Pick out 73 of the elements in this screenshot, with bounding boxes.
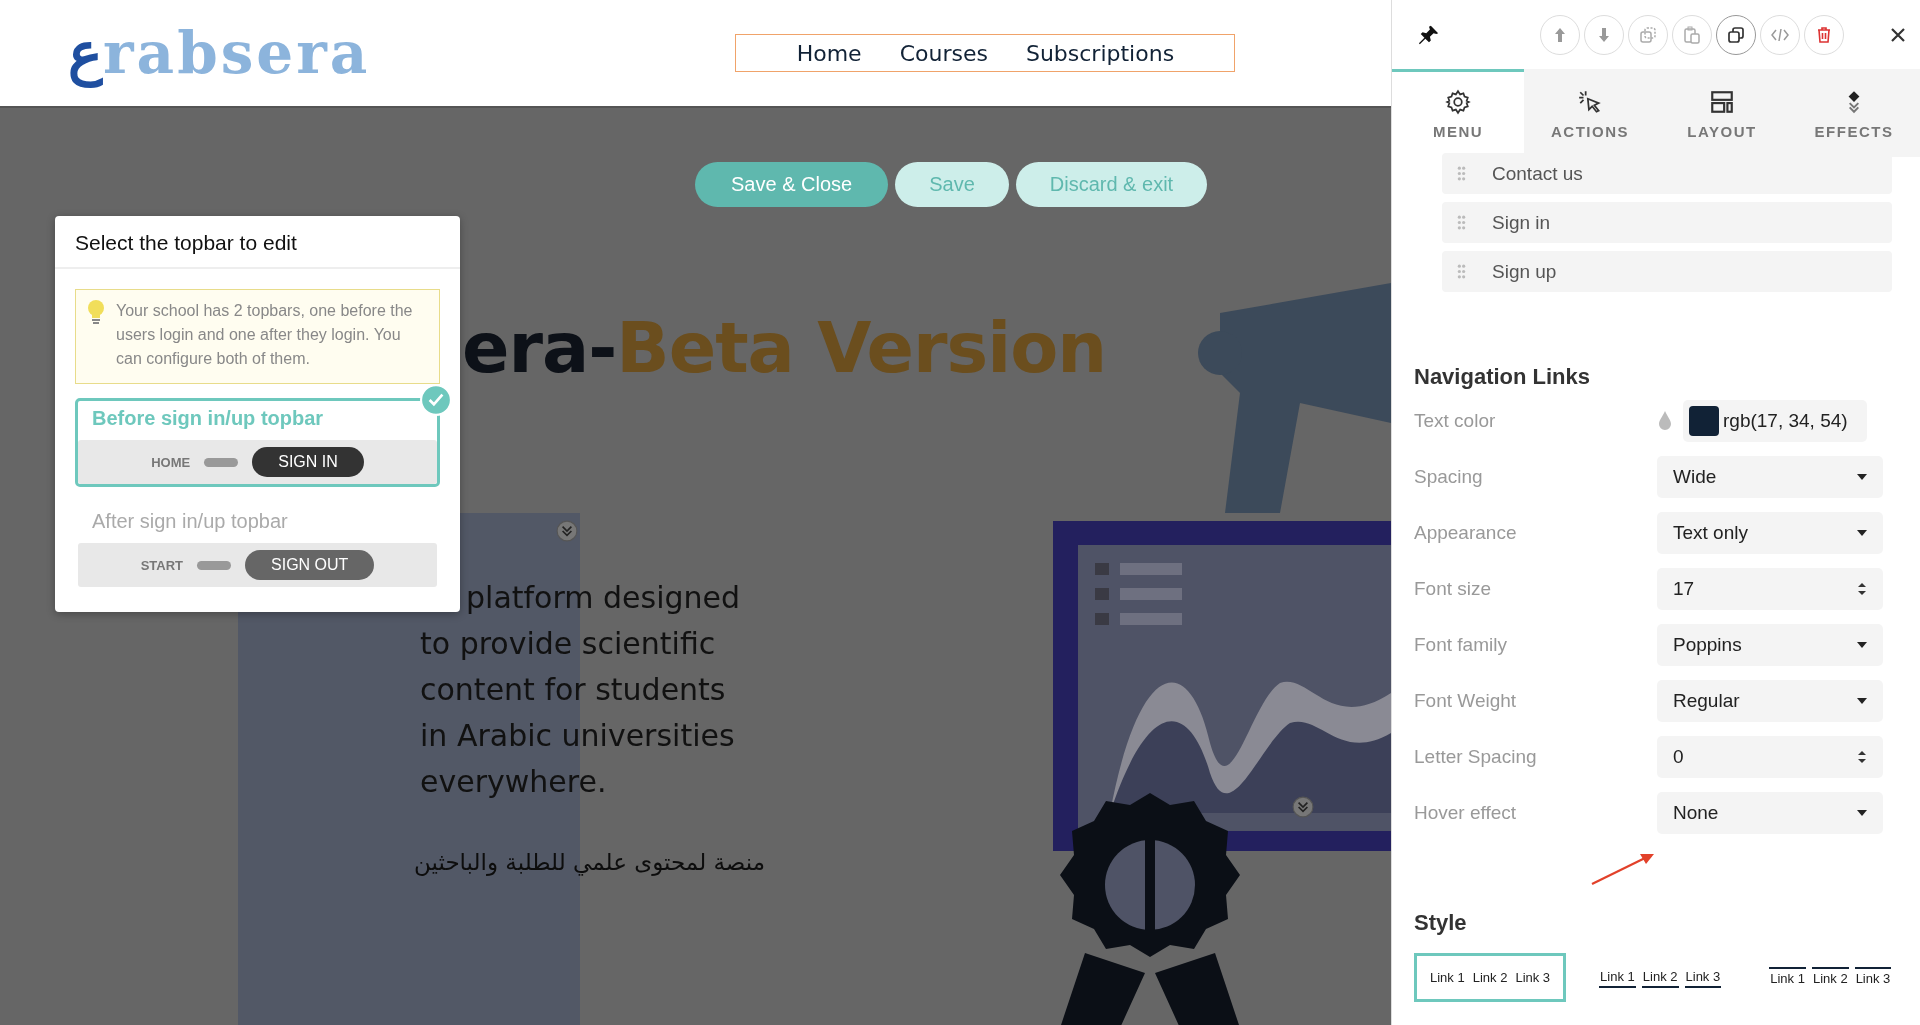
drag-handle-icon[interactable] xyxy=(1457,215,1466,230)
caret-icon xyxy=(1857,810,1867,816)
preview-link: HOME xyxy=(151,454,191,470)
chevron-down-icon[interactable] xyxy=(556,520,578,542)
clipboard-icon xyxy=(1682,24,1702,45)
field-label: Font size xyxy=(1414,578,1493,600)
field-label: Spacing xyxy=(1414,466,1484,488)
dropdown[interactable]: None xyxy=(1657,792,1883,834)
copy-icon xyxy=(1726,24,1746,45)
preview-button: SIGN OUT xyxy=(245,550,375,580)
drag-handle-icon[interactable] xyxy=(1457,166,1466,181)
delete-button[interactable] xyxy=(1804,14,1844,55)
copy-button[interactable] xyxy=(1716,14,1756,55)
chevron-down-icon[interactable] xyxy=(1292,796,1314,818)
stepper-icon[interactable] xyxy=(1857,749,1867,765)
dropdown[interactable]: Wide xyxy=(1657,456,1883,498)
caret-icon xyxy=(1857,698,1867,704)
move-down-button[interactable] xyxy=(1584,14,1624,55)
field-label: Hover effect xyxy=(1414,802,1518,824)
nav-link[interactable]: Home xyxy=(796,40,862,66)
duplicate-button[interactable] xyxy=(1628,14,1668,55)
topbar-option[interactable]: Before sign in/up topbar HOME SIGN IN xyxy=(75,398,440,487)
field-label: Font Weight xyxy=(1414,690,1518,712)
menu-item[interactable]: Sign in xyxy=(1442,202,1892,243)
close-icon[interactable] xyxy=(1890,26,1906,43)
pin-icon[interactable] xyxy=(1418,23,1440,46)
arabic-text: منصة لمحتوى علمي للطلبة والباحثين xyxy=(415,849,765,875)
duplicate-icon xyxy=(1638,24,1658,45)
color-field[interactable]: rgb(17, 34, 54) xyxy=(1683,400,1867,442)
option-title: Before sign in/up topbar xyxy=(91,407,325,431)
panel-tab[interactable]: MENU xyxy=(1392,69,1524,157)
field-label: Font family xyxy=(1414,634,1508,656)
check-icon xyxy=(420,384,452,416)
move-up-button[interactable] xyxy=(1540,14,1580,55)
menu-item-label: Sign in xyxy=(1492,211,1551,234)
annotation-arrow xyxy=(1590,852,1656,886)
style-option[interactable]: Link 1 Link 2 Link 3 xyxy=(1584,952,1737,1003)
menu-item[interactable]: Sign up xyxy=(1442,251,1892,292)
tip-text: Your school has 2 topbars, one before the users login and one after they login. You can configure both of them. xyxy=(116,301,414,369)
dropdown[interactable]: Text only xyxy=(1657,512,1883,554)
stepper-icon[interactable] xyxy=(1857,581,1867,597)
preview-pill-icon xyxy=(204,457,239,467)
dropdown[interactable]: Regular xyxy=(1657,680,1883,722)
cursor-click-icon xyxy=(1577,89,1603,115)
field-label: Text color xyxy=(1414,410,1497,432)
preview-pill-icon xyxy=(197,560,231,570)
caret-icon xyxy=(1857,474,1867,480)
number-field[interactable]: 0 xyxy=(1657,736,1883,778)
style-option[interactable]: Link 1 Link 2 Link 3 xyxy=(1414,953,1567,1002)
layout-icon xyxy=(1709,89,1735,115)
menu-item[interactable]: Contact us xyxy=(1442,153,1892,194)
gear-icon xyxy=(1445,89,1471,115)
number-field[interactable]: 17 xyxy=(1657,568,1883,610)
menu-item-label: Contact us xyxy=(1492,162,1583,185)
field-label: Appearance xyxy=(1414,522,1518,544)
style-option[interactable]: Link 1 Link 2 Link 3 xyxy=(1754,952,1907,1003)
menu-item-label: Sign up xyxy=(1492,260,1557,283)
droplet-icon[interactable] xyxy=(1657,410,1673,432)
lightbulb-icon xyxy=(86,299,106,325)
option-title: After sign in/up topbar xyxy=(91,510,289,534)
nav-link[interactable]: Courses xyxy=(899,40,988,66)
drag-handle-icon[interactable] xyxy=(1457,264,1466,279)
dialog-title: Select the topbar to edit xyxy=(55,216,460,269)
nav-link[interactable]: Subscriptions xyxy=(1025,40,1175,66)
field-label: Letter Spacing xyxy=(1414,746,1538,768)
caret-icon xyxy=(1857,530,1867,536)
hero-title: era-Beta Version xyxy=(462,307,1108,389)
section-title: Style xyxy=(1414,910,1468,936)
dropdown[interactable]: Poppins xyxy=(1657,624,1883,666)
preview-link: START xyxy=(140,557,183,573)
preview-button: SIGN IN xyxy=(252,447,364,477)
caret-icon xyxy=(1857,642,1867,648)
section-title: Navigation Links xyxy=(1414,364,1592,390)
